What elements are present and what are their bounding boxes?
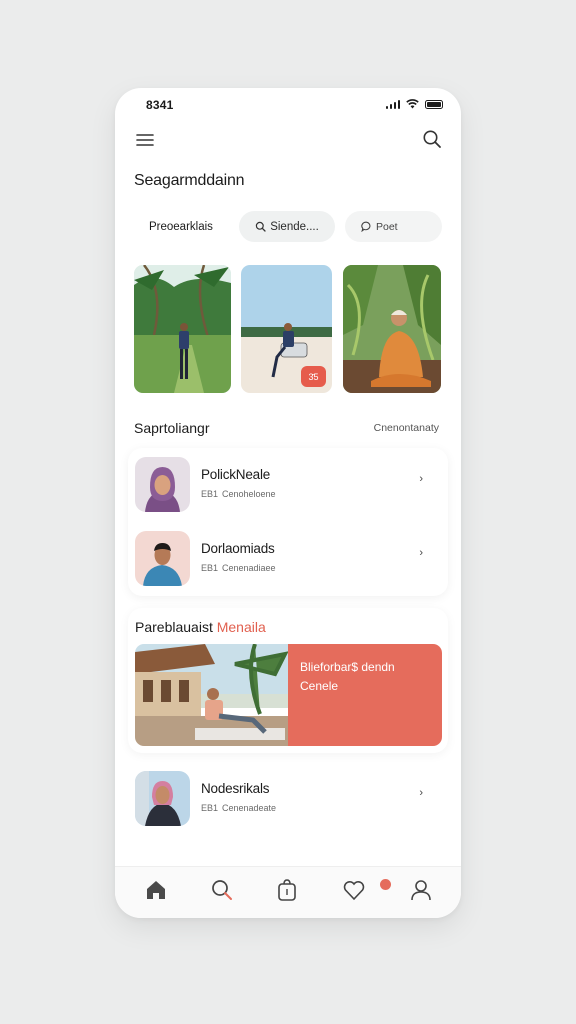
tab-home[interactable] xyxy=(143,877,169,903)
notification-dot xyxy=(380,879,391,890)
search-icon xyxy=(256,221,266,232)
photo-card[interactable] xyxy=(343,265,441,393)
chat-icon xyxy=(361,221,371,232)
phone-screen: 8341 Seagarmddainn Preoearklais Siende..… xyxy=(115,88,461,918)
search-icon xyxy=(212,880,232,900)
photo-card[interactable]: 3̄5 xyxy=(241,265,332,393)
chip-post[interactable]: Poet xyxy=(345,211,442,242)
chevron-right-icon: › xyxy=(419,787,423,799)
meta-code: EB1 xyxy=(201,563,219,573)
meta-text: Cenoheloene xyxy=(222,489,276,499)
meta-code: EB1 xyxy=(201,803,219,813)
profile-icon xyxy=(411,880,431,901)
meta-code: EB1 xyxy=(201,489,219,499)
avatar xyxy=(135,457,190,512)
header-search-button[interactable] xyxy=(421,128,443,150)
heart-icon xyxy=(343,881,365,901)
photo-man-palms xyxy=(134,265,231,393)
person-meta: EB1 Cenoheloene xyxy=(201,489,276,499)
menu-button[interactable] xyxy=(134,130,156,150)
photo-man-veranda xyxy=(135,644,288,746)
chip-category[interactable]: Preoearklais xyxy=(134,211,238,242)
section-title: Saprtoliangr xyxy=(134,420,210,436)
hamburger-menu-icon xyxy=(136,134,154,146)
person-meta: EB1 Cenenadiaee xyxy=(201,563,276,573)
tab-search[interactable] xyxy=(209,877,235,903)
section-see-all-link[interactable]: Cnenontanaty xyxy=(374,422,439,434)
promo-line-1: Blieforbar$ dendn xyxy=(300,660,395,674)
chip-label: Preoearklais xyxy=(149,220,213,233)
promo-line-2: Cenele xyxy=(300,679,339,693)
status-bar: 8341 xyxy=(115,88,461,122)
photo-badge: 3̄5 xyxy=(301,366,326,387)
photo-card[interactable] xyxy=(134,265,231,393)
cellular-signal-icon xyxy=(385,99,400,109)
search-icon xyxy=(423,130,441,148)
tab-profile[interactable] xyxy=(408,877,434,903)
feature-image[interactable] xyxy=(135,644,288,746)
chip-label: Poet xyxy=(376,220,398,233)
avatar xyxy=(135,531,190,586)
feature-promo-panel[interactable]: Blieforbar$ dendn Cenele xyxy=(288,644,442,746)
tab-favorites[interactable] xyxy=(341,877,367,903)
bottom-tab-bar xyxy=(115,866,461,918)
filter-chips: Preoearklais Siende.... Poet xyxy=(134,211,444,243)
chip-label: Siende.... xyxy=(270,220,319,233)
photo-carousel: 3̄5 xyxy=(134,265,444,393)
meta-text: Cenenadiaee xyxy=(222,563,276,573)
feature-title: Pareblauaist Menaila xyxy=(135,619,266,635)
status-time: 8341 xyxy=(146,98,174,112)
person-name: Nodesrikals xyxy=(201,781,270,796)
bag-icon xyxy=(278,879,296,901)
wifi-icon xyxy=(406,99,419,109)
list-item[interactable]: Nodesrikals EB1 Cenenadeate › xyxy=(128,762,448,836)
people-list: PolickNeale EB1 Cenoheloene › Dorlaomiad… xyxy=(128,448,448,596)
status-icons xyxy=(385,99,443,109)
chevron-right-icon: › xyxy=(419,547,423,559)
list-item[interactable]: Dorlaomiads EB1 Cenenadiaee › xyxy=(128,522,448,596)
feature-card: Pareblauaist Menaila Blieforbar$ dendn C… xyxy=(128,608,448,753)
person-meta: EB1 Cenenadeate xyxy=(201,803,276,813)
battery-icon xyxy=(425,99,443,109)
page-title: Seagarmddainn xyxy=(134,172,245,189)
photo-man-orange-robe xyxy=(343,265,441,393)
chevron-right-icon: › xyxy=(419,473,423,485)
avatar xyxy=(135,771,190,826)
person-name: Dorlaomiads xyxy=(201,541,275,556)
meta-text: Cenenadeate xyxy=(222,803,277,813)
feature-title-accent: Menaila xyxy=(216,619,266,635)
chip-search[interactable]: Siende.... xyxy=(239,211,335,242)
person-name: PolickNeale xyxy=(201,467,271,482)
list-item[interactable]: PolickNeale EB1 Cenoheloene › xyxy=(128,448,448,522)
tab-bag[interactable] xyxy=(274,877,300,903)
feature-title-main: Pareblauaist xyxy=(135,619,213,635)
home-icon xyxy=(147,881,165,899)
